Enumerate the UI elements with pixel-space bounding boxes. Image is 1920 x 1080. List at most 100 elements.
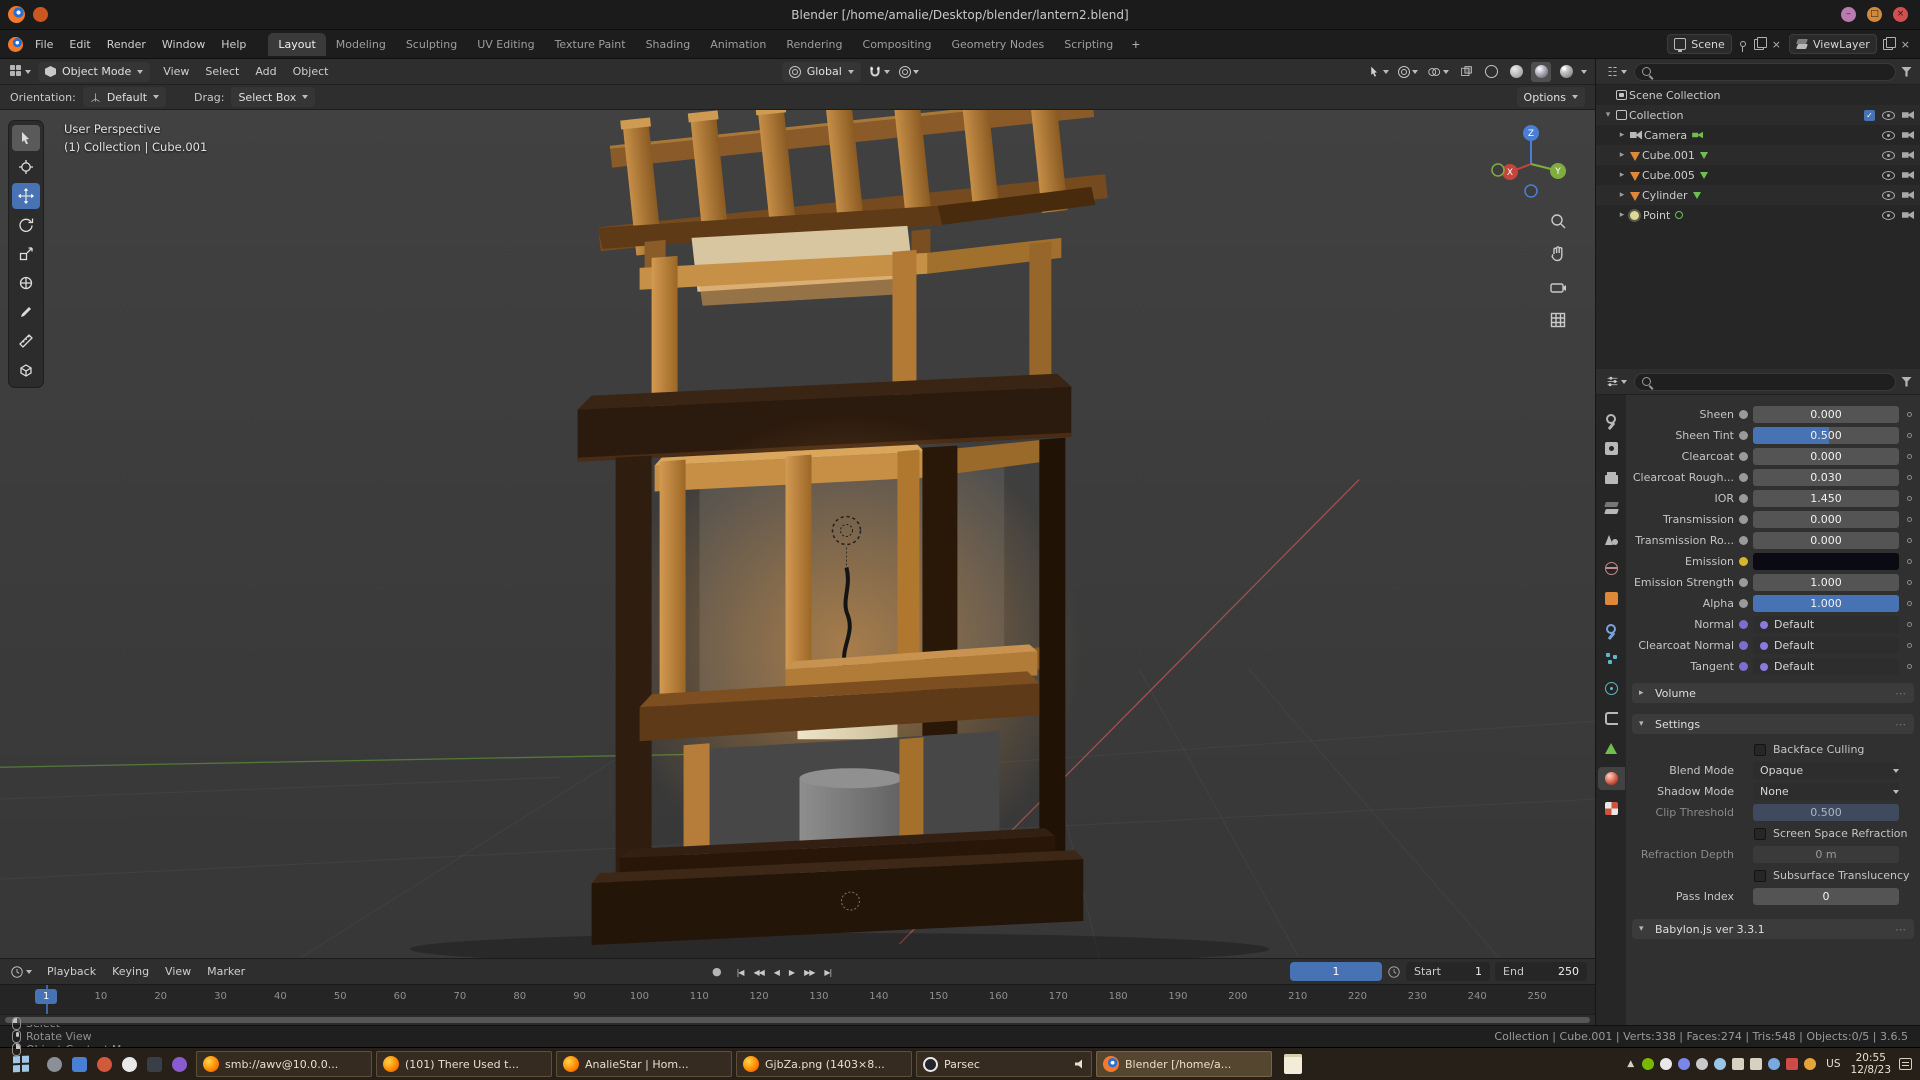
timeline-menu[interactable]: Playback bbox=[39, 961, 104, 982]
babylon-section[interactable]: ▾Babylon.js ver 3.3.1⋯ bbox=[1632, 919, 1914, 939]
blend-mode-dropdown[interactable]: Opaque bbox=[1753, 762, 1899, 779]
property-field[interactable]: 1.000 bbox=[1753, 574, 1899, 591]
animate-property-dot[interactable] bbox=[1904, 433, 1914, 438]
clip-threshold-field[interactable]: 0.500 bbox=[1753, 804, 1899, 821]
workspace-tab[interactable]: Animation bbox=[700, 33, 776, 56]
current-frame-marker[interactable]: 1 bbox=[35, 989, 57, 1004]
shading-solid-button[interactable] bbox=[1506, 62, 1526, 82]
render-tab-button[interactable] bbox=[1598, 437, 1625, 460]
viewlayer-selector[interactable]: ViewLayer bbox=[1789, 34, 1877, 54]
timeline-editor-type-button[interactable] bbox=[8, 962, 34, 982]
unlink-scene-icon[interactable]: × bbox=[1770, 38, 1783, 51]
zoom-button[interactable] bbox=[1547, 210, 1569, 232]
viewport-menu[interactable]: Object bbox=[285, 61, 337, 82]
animate-property-dot[interactable] bbox=[1904, 601, 1914, 606]
workspace-tab[interactable]: Modeling bbox=[326, 33, 396, 56]
eye-icon[interactable] bbox=[1882, 131, 1895, 140]
tool-transform[interactable] bbox=[12, 270, 40, 296]
workspace-tab[interactable]: Rendering bbox=[776, 33, 852, 56]
transport-button[interactable]: |◀ bbox=[732, 965, 749, 980]
outliner-row[interactable]: ▸ Camera bbox=[1596, 125, 1920, 145]
eye-icon[interactable] bbox=[1882, 171, 1895, 180]
new-scene-icon[interactable] bbox=[1754, 39, 1764, 50]
menubar-menu[interactable]: File bbox=[27, 34, 61, 55]
transport-button[interactable]: ▶| bbox=[819, 965, 836, 980]
animate-property-dot[interactable] bbox=[1904, 643, 1914, 648]
keyboard-layout[interactable]: US bbox=[1824, 1058, 1842, 1070]
action-center-icon[interactable] bbox=[1899, 1058, 1912, 1070]
backface-culling-row[interactable]: Backface Culling bbox=[1632, 739, 1914, 760]
outliner-row[interactable]: ▸Cylinder bbox=[1596, 185, 1920, 205]
menubar-menu[interactable]: Window bbox=[154, 34, 213, 55]
particles-tab-button[interactable] bbox=[1598, 647, 1625, 670]
tool-annotate[interactable] bbox=[12, 299, 40, 325]
eye-icon[interactable] bbox=[1882, 111, 1895, 120]
pass-index-field[interactable]: 0 bbox=[1753, 888, 1899, 905]
disclosure-arrow[interactable]: ▸ bbox=[1616, 130, 1628, 140]
pin-icon[interactable] bbox=[1740, 41, 1746, 47]
disclosure-arrow[interactable]: ▸ bbox=[1616, 150, 1628, 160]
tray-icon[interactable] bbox=[1768, 1058, 1780, 1070]
outliner-row[interactable]: ▾Collection✓ bbox=[1596, 105, 1920, 125]
outliner-editor-type-button[interactable] bbox=[1604, 62, 1629, 82]
animate-property-dot[interactable] bbox=[1904, 664, 1914, 669]
preview-range-icon[interactable] bbox=[1387, 965, 1401, 979]
selectability-button[interactable] bbox=[1366, 62, 1391, 82]
hidden-icons-chevron[interactable]: ▲ bbox=[1627, 1059, 1634, 1069]
camera-render-icon[interactable] bbox=[1902, 211, 1914, 220]
tray-icon[interactable] bbox=[1642, 1058, 1654, 1070]
window-control-button[interactable]: – bbox=[1841, 7, 1856, 22]
animate-property-dot[interactable] bbox=[1904, 517, 1914, 522]
tray-icon[interactable] bbox=[1678, 1058, 1690, 1070]
editor-type-button[interactable] bbox=[8, 62, 33, 82]
animate-property-dot[interactable] bbox=[1904, 496, 1914, 501]
workspace-tab[interactable]: Shading bbox=[636, 33, 701, 56]
animate-property-dot[interactable] bbox=[1904, 538, 1914, 543]
texture-tab-button[interactable] bbox=[1598, 797, 1625, 820]
object-tab-button[interactable] bbox=[1598, 587, 1625, 610]
viewport-menu[interactable]: Add bbox=[247, 61, 284, 82]
camera-render-icon[interactable] bbox=[1902, 151, 1914, 160]
workspace-tab[interactable]: Texture Paint bbox=[545, 33, 636, 56]
outliner-row[interactable]: ▸Cube.001 bbox=[1596, 145, 1920, 165]
tool-select-box[interactable] bbox=[12, 125, 40, 151]
show-gizmo-button[interactable] bbox=[1396, 62, 1420, 82]
camera-render-icon[interactable] bbox=[1902, 171, 1914, 180]
window-menu-icon[interactable] bbox=[33, 7, 48, 22]
taskbar-clock[interactable]: 20:55 12/8/23 bbox=[1851, 1052, 1891, 1076]
outliner-row[interactable]: ▸Point bbox=[1596, 205, 1920, 225]
property-field[interactable]: 1.450 bbox=[1753, 490, 1899, 507]
tool-rotate[interactable] bbox=[12, 212, 40, 238]
notepad-window-button[interactable] bbox=[1276, 1051, 1310, 1078]
shadow-mode-dropdown[interactable]: None bbox=[1753, 783, 1899, 800]
taskbar-window-button[interactable]: Parsec bbox=[916, 1051, 1092, 1077]
tool-measure[interactable] bbox=[12, 328, 40, 354]
options-dropdown[interactable]: Options bbox=[1517, 87, 1585, 107]
viewport-menu[interactable]: Select bbox=[197, 61, 247, 82]
shading-options-chevron[interactable] bbox=[1581, 70, 1587, 74]
viewport-3d-scene[interactable] bbox=[0, 110, 1595, 958]
toggle-xray-button[interactable] bbox=[1456, 62, 1476, 82]
tool-move[interactable] bbox=[12, 183, 40, 209]
scene-tab-button[interactable] bbox=[1598, 527, 1625, 550]
tray-icon[interactable] bbox=[1786, 1058, 1798, 1070]
tray-icon[interactable] bbox=[1750, 1058, 1762, 1070]
pinned-app-icon[interactable] bbox=[42, 1051, 67, 1078]
camera-view-button[interactable] bbox=[1547, 276, 1569, 298]
animate-property-dot[interactable] bbox=[1904, 622, 1914, 627]
current-frame-field[interactable]: 1 bbox=[1290, 962, 1382, 981]
ssr-row[interactable]: Screen Space Refraction bbox=[1632, 823, 1914, 844]
disclosure-arrow[interactable]: ▸ bbox=[1616, 170, 1628, 180]
tool-tab-button[interactable] bbox=[1598, 407, 1625, 430]
timeline-menu[interactable]: Keying bbox=[104, 961, 157, 982]
pan-button[interactable] bbox=[1547, 243, 1569, 265]
outliner-item-label[interactable]: Camera bbox=[1644, 129, 1687, 142]
tool-scale[interactable] bbox=[12, 241, 40, 267]
taskbar-window-button[interactable]: Blender [/home/a... bbox=[1096, 1051, 1272, 1077]
tray-icon[interactable] bbox=[1696, 1058, 1708, 1070]
outliner-row[interactable]: ▸Cube.005 bbox=[1596, 165, 1920, 185]
menubar-menu[interactable]: Render bbox=[99, 34, 154, 55]
eye-icon[interactable] bbox=[1882, 191, 1895, 200]
disclosure-arrow[interactable]: ▸ bbox=[1616, 210, 1628, 220]
new-viewlayer-icon[interactable] bbox=[1883, 39, 1893, 50]
